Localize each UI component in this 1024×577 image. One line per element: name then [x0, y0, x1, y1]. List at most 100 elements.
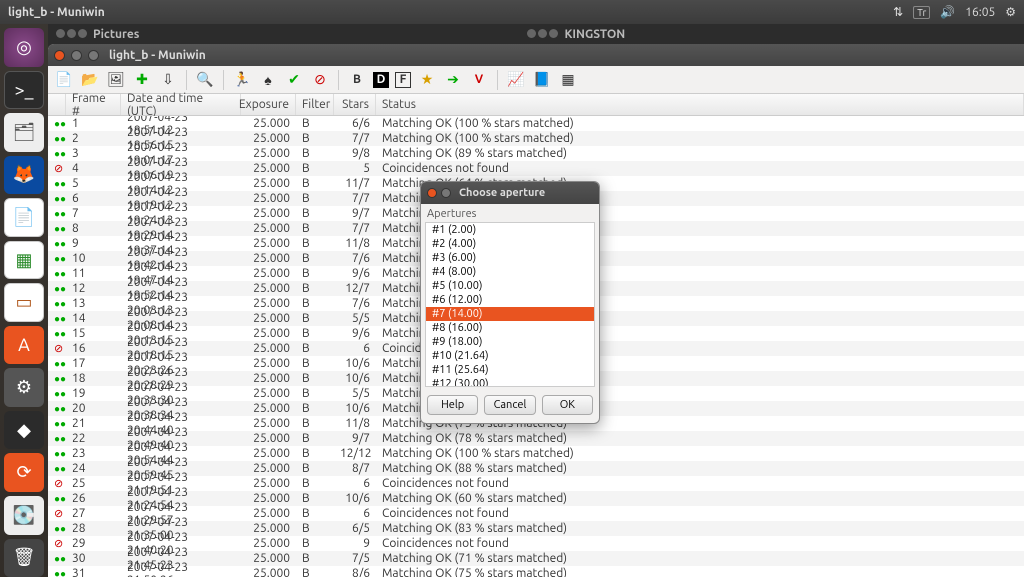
help-button[interactable]: Help [427, 395, 478, 415]
col-frame[interactable]: Frame # [66, 94, 121, 115]
writer-app[interactable]: 📄 [4, 198, 44, 237]
arrow-right-icon[interactable]: ➔ [443, 70, 463, 90]
ok-icon: ●● [48, 447, 66, 460]
aperture-item[interactable]: #2 (4.00) [426, 237, 594, 251]
aperture-item[interactable]: #11 (25.64) [426, 363, 594, 377]
open-folder-icon[interactable]: 📂 [80, 70, 100, 90]
col-filter[interactable]: Filter [296, 94, 334, 115]
calc-app[interactable]: ▦ [4, 241, 44, 280]
aperture-item[interactable]: #3 (6.00) [426, 251, 594, 265]
cell-frame: 22 [66, 432, 121, 445]
keyboard-lang[interactable]: Tr [913, 6, 930, 19]
col-stars[interactable]: Stars [334, 94, 376, 115]
aperture-item[interactable]: #5 (10.00) [426, 279, 594, 293]
photometry-icon[interactable]: ✔ [284, 70, 304, 90]
choose-aperture-dialog: Choose aperture Apertures #1 (2.00)#2 (4… [420, 181, 600, 424]
cell-filter: B [296, 147, 334, 160]
table-headers: Frame # Date and time (UTC) Exposure Fil… [48, 94, 1024, 116]
software-center-app[interactable]: A [4, 326, 44, 365]
aperture-item[interactable]: #7 (14.00) [426, 307, 594, 321]
cell-frame: 21 [66, 417, 121, 430]
updater-app[interactable]: ⟳ [4, 453, 44, 492]
convert-icon[interactable]: 🏃 [232, 70, 252, 90]
impress-app[interactable]: ▭ [4, 283, 44, 322]
ok-icon: ●● [48, 522, 66, 535]
grid-icon[interactable]: ▦ [558, 70, 578, 90]
close-button[interactable] [54, 50, 65, 61]
cell-frame: 15 [66, 327, 121, 340]
aperture-item[interactable]: #4 (8.00) [426, 265, 594, 279]
terminal-app[interactable]: >_ [4, 71, 44, 110]
frames-icon[interactable]: 🖼 [106, 70, 126, 90]
cell-filter: B [296, 402, 334, 415]
aperture-item[interactable]: #12 (30.00) [426, 377, 594, 387]
add-frames-icon[interactable]: ✚ [132, 70, 152, 90]
ok-icon: ●● [48, 207, 66, 220]
matching-icon[interactable]: ⊘ [310, 70, 330, 90]
ok-icon: ●● [48, 417, 66, 430]
star-icon[interactable]: ★ [417, 70, 437, 90]
cell-filter: B [296, 177, 334, 190]
cancel-button[interactable]: Cancel [484, 395, 535, 415]
variable-v-icon[interactable]: V [469, 70, 489, 90]
window-titlebar[interactable]: light_b - Muniwin [48, 44, 1024, 66]
dialog-titlebar[interactable]: Choose aperture [421, 182, 599, 204]
col-datetime[interactable]: Date and time (UTC) [121, 94, 241, 115]
aperture-item[interactable]: #1 (2.00) [426, 223, 594, 237]
col-status[interactable]: Status [376, 94, 1024, 115]
ok-icon: ●● [48, 147, 66, 160]
separator [497, 70, 498, 90]
apertures-list[interactable]: #1 (2.00)#2 (4.00)#3 (6.00)#4 (8.00)#5 (… [425, 222, 595, 387]
cell-status: Matching OK (100 % stars matched) [376, 447, 1024, 460]
ok-icon: ●● [48, 237, 66, 250]
book-icon[interactable]: 📘 [532, 70, 552, 90]
separator [223, 70, 224, 90]
error-icon: ⊘ [48, 162, 66, 175]
cell-filter: B [296, 522, 334, 535]
files-app[interactable]: 🗂 [4, 113, 44, 152]
dark-d-icon[interactable]: D [373, 72, 389, 88]
cell-exposure: 25.000 [241, 417, 296, 430]
window-tab-pictures[interactable]: Pictures [56, 28, 139, 41]
cell-stars: 7/7 [334, 192, 376, 205]
ok-icon: ●● [48, 177, 66, 190]
network-icon[interactable]: ⇅ [893, 5, 903, 19]
dash-icon[interactable]: ◎ [4, 28, 44, 67]
cell-frame: 3 [66, 147, 121, 160]
flat-f-icon[interactable]: F [395, 72, 411, 88]
firefox-app[interactable]: 🦊 [4, 156, 44, 195]
fetch-icon[interactable]: ⇩ [158, 70, 178, 90]
col-exposure[interactable]: Exposure [241, 94, 296, 115]
settings-app[interactable]: ⚙ [4, 368, 44, 407]
dialog-close-button[interactable] [427, 188, 437, 198]
ok-icon: ●● [48, 222, 66, 235]
inkscape-app[interactable]: ◆ [4, 411, 44, 450]
cell-stars: 7/5 [334, 552, 376, 565]
new-project-icon[interactable]: 📄 [54, 70, 74, 90]
zoom-icon[interactable]: 🔍 [195, 70, 215, 90]
ok-button[interactable]: OK [542, 395, 593, 415]
window-tab-kingston[interactable]: KINGSTON [527, 28, 625, 41]
sound-icon[interactable]: 🔊 [940, 5, 955, 19]
col-icon[interactable] [48, 94, 66, 115]
clock[interactable]: 16:05 [965, 6, 995, 19]
trash-icon[interactable]: 🗑 [4, 539, 44, 577]
cell-stars: 10/6 [334, 357, 376, 370]
disk-device[interactable]: 💽 [4, 496, 44, 535]
gear-icon[interactable]: ⚙ [1005, 5, 1016, 19]
cell-filter: B [296, 372, 334, 385]
light-curve-icon[interactable]: 📈 [506, 70, 526, 90]
aperture-item[interactable]: #9 (18.00) [426, 335, 594, 349]
dialog-help-button[interactable] [441, 188, 451, 198]
aperture-item[interactable]: #8 (16.00) [426, 321, 594, 335]
aperture-item[interactable]: #6 (12.00) [426, 293, 594, 307]
bold-b-icon[interactable]: B [347, 70, 367, 90]
dialog-buttons: Help Cancel OK [421, 391, 599, 423]
cell-frame: 24 [66, 462, 121, 475]
cell-exposure: 25.000 [241, 162, 296, 175]
minimize-button[interactable] [71, 50, 82, 61]
aperture-item[interactable]: #10 (21.64) [426, 349, 594, 363]
maximize-button[interactable] [88, 50, 99, 61]
cell-exposure: 25.000 [241, 342, 296, 355]
reduce-icon[interactable]: ♠ [258, 70, 278, 90]
